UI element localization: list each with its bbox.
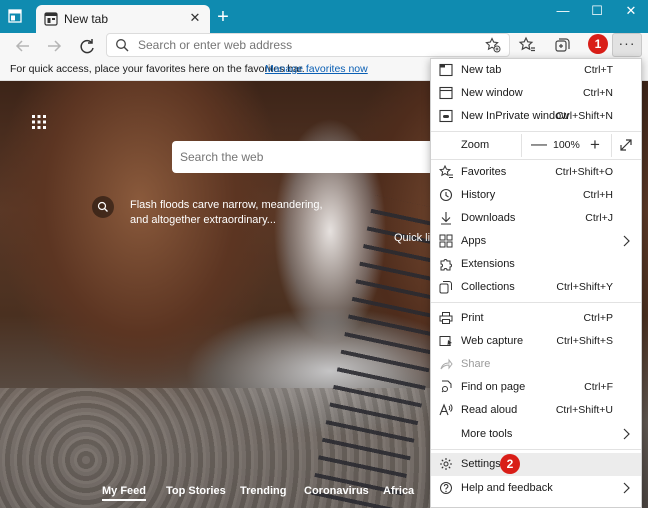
feed-tab-africa[interactable]: Africa — [383, 485, 414, 497]
menu-item-find-on-page[interactable]: Find on page Ctrl+F — [431, 376, 641, 399]
menu-separator — [431, 159, 641, 160]
menu-item-favorites[interactable]: Favorites Ctrl+Shift+O — [431, 161, 641, 184]
read-aloud-icon — [439, 403, 453, 416]
menu-separator — [431, 449, 641, 450]
menu-item-new-window[interactable]: New window Ctrl+N — [431, 82, 641, 105]
feed-tab-my-feed[interactable]: My Feed — [102, 485, 147, 501]
chevron-right-icon — [623, 428, 630, 440]
print-icon — [439, 312, 453, 324]
tab-new-tab[interactable]: New tab ✕ — [36, 5, 210, 33]
feed-tab-top-stories[interactable]: Top Stories — [166, 485, 226, 497]
menu-item-extensions[interactable]: Extensions — [431, 253, 641, 276]
web-search-input[interactable] — [180, 150, 420, 164]
new-tab-favicon-icon — [44, 12, 58, 26]
inprivate-icon — [439, 109, 453, 123]
refresh-icon[interactable] — [76, 35, 98, 57]
menu-item-print[interactable]: Print Ctrl+P — [431, 307, 641, 330]
web-search-box[interactable] — [172, 141, 434, 173]
step-marker-1: 1 — [588, 34, 608, 54]
menu-item-collections[interactable]: Collections Ctrl+Shift+Y — [431, 276, 641, 299]
feed-tab-trending[interactable]: Trending — [240, 485, 286, 497]
close-tab-icon[interactable]: ✕ — [188, 11, 202, 25]
menu-item-downloads[interactable]: Downloads Ctrl+J — [431, 207, 641, 230]
menu-separator — [431, 131, 641, 132]
tab-actions-icon[interactable] — [8, 9, 22, 23]
zoom-in-button[interactable]: + — [585, 134, 605, 156]
app-launcher-icon[interactable] — [31, 114, 47, 130]
maximize-button[interactable]: ☐ — [580, 0, 614, 24]
address-input[interactable] — [138, 38, 468, 52]
minimize-button[interactable]: — — [546, 0, 580, 24]
collections-menu-icon — [439, 281, 452, 294]
title-bar: New tab ✕ + — ☐ ✕ — [0, 0, 648, 33]
new-window-icon — [439, 86, 453, 100]
menu-item-settings[interactable]: Settings — [431, 453, 641, 476]
find-icon — [441, 380, 452, 393]
add-favorite-icon[interactable] — [485, 37, 501, 53]
search-icon — [116, 39, 129, 52]
menu-item-more-tools[interactable]: More tools — [431, 423, 641, 446]
address-bar[interactable] — [106, 33, 510, 57]
gear-icon — [440, 458, 452, 470]
image-fact-text[interactable]: Flash floods carve narrow, meandering, a… — [130, 198, 330, 228]
new-tab-icon — [439, 63, 453, 77]
help-icon — [440, 482, 452, 494]
menu-separator — [431, 302, 641, 303]
menu-item-new-tab[interactable]: New tab Ctrl+T — [431, 59, 641, 82]
toolbar — [0, 33, 648, 59]
apps-icon — [439, 234, 453, 248]
zoom-out-button[interactable]: — — [529, 135, 549, 155]
zoom-divider — [521, 134, 522, 157]
web-capture-icon — [439, 336, 452, 346]
menu-item-apps[interactable]: Apps — [431, 230, 641, 253]
forward-arrow-icon[interactable] — [43, 35, 65, 57]
favorites-bar-hint: For quick access, place your favorites h… — [10, 63, 305, 75]
history-icon — [439, 188, 453, 202]
collections-icon[interactable] — [553, 36, 571, 54]
feed-nav: My Feed Top Stories Trending Coronavirus… — [0, 477, 430, 508]
chevron-right-icon — [623, 482, 630, 494]
new-tab-button[interactable]: + — [214, 7, 232, 27]
favorites-icon — [439, 165, 453, 178]
menu-item-inprivate[interactable]: New InPrivate window Ctrl+Shift+N — [431, 105, 641, 128]
menu-item-history[interactable]: History Ctrl+H — [431, 184, 641, 207]
menu-item-read-aloud[interactable]: Read aloud Ctrl+Shift+U — [431, 399, 641, 422]
zoom-divider — [611, 134, 612, 157]
fullscreen-icon[interactable] — [619, 138, 633, 152]
info-search-icon[interactable] — [92, 196, 114, 218]
share-icon — [440, 358, 453, 370]
zoom-value: 100% — [553, 139, 580, 151]
menu-item-help[interactable]: Help and feedback — [431, 477, 641, 500]
chevron-right-icon — [623, 235, 630, 247]
extensions-icon — [440, 259, 452, 271]
favorites-star-icon[interactable] — [518, 36, 536, 54]
close-window-button[interactable]: ✕ — [614, 0, 648, 24]
menu-zoom-row: Zoom — 100% + — [431, 134, 641, 157]
settings-and-more-menu: New tab Ctrl+T New window Ctrl+N New InP… — [430, 58, 642, 508]
tab-title: New tab — [64, 12, 109, 26]
back-arrow-icon[interactable] — [12, 35, 34, 57]
settings-and-more-button[interactable]: ··· — [612, 33, 642, 57]
step-marker-2: 2 — [500, 454, 520, 474]
menu-item-share: Share — [431, 353, 641, 376]
feed-tab-coronavirus[interactable]: Coronavirus — [304, 485, 369, 497]
download-icon — [441, 212, 451, 225]
menu-item-web-capture[interactable]: Web capture Ctrl+Shift+S — [431, 330, 641, 353]
manage-favorites-link[interactable]: Manage favorites now — [265, 63, 368, 75]
